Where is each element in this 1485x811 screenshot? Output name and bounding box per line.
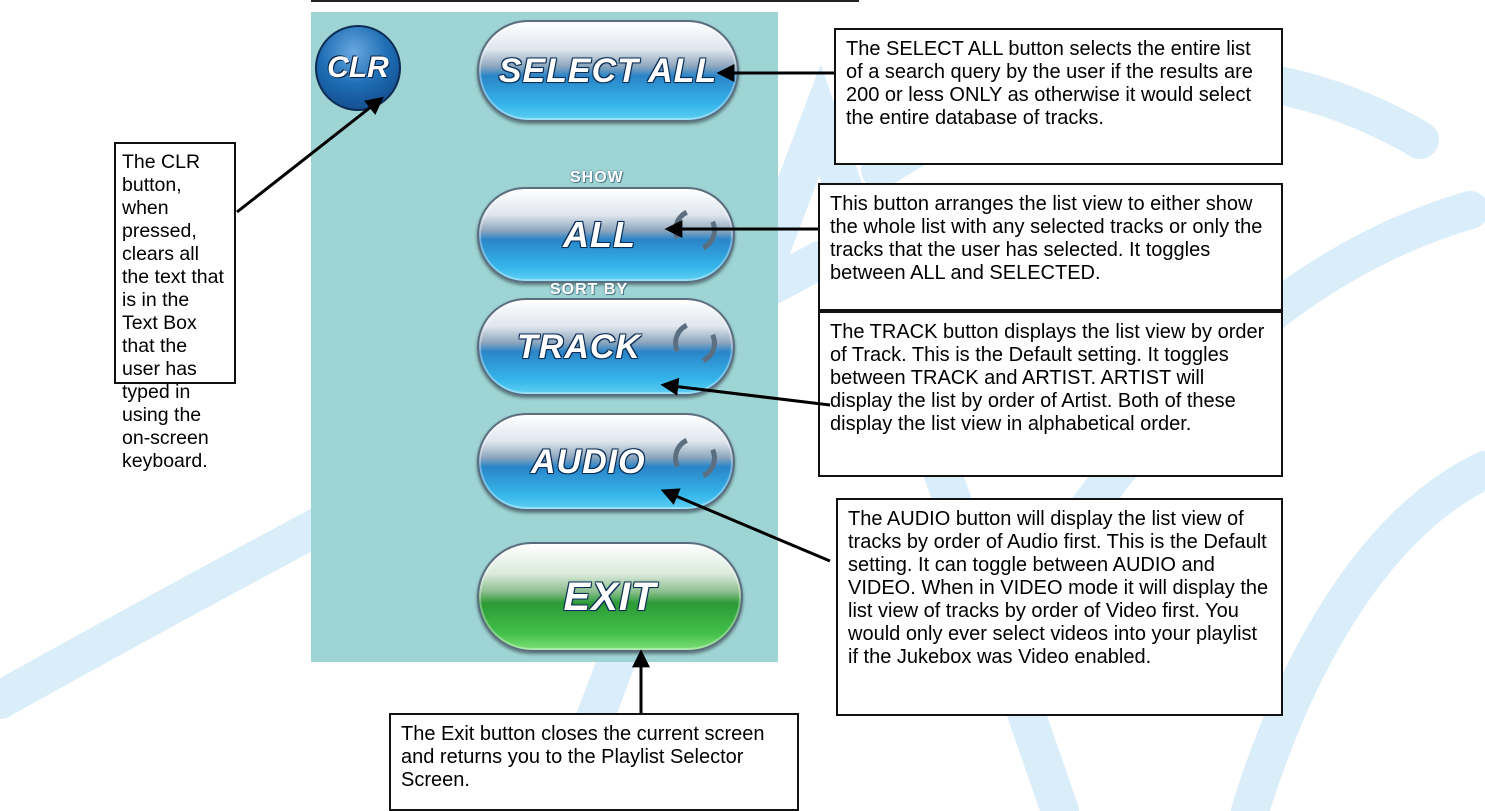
show-section-label: SHOW [570, 169, 624, 186]
audio-callout: The AUDIO button will display the list v… [836, 498, 1283, 716]
show-all-button-label: ALL [563, 214, 636, 255]
exit-callout: The Exit button closes the current scree… [389, 713, 799, 811]
exit-button[interactable]: EXIT [477, 542, 743, 652]
select-all-button-label: SELECT ALL [498, 51, 718, 90]
select-all-callout: The SELECT ALL button selects the entire… [834, 28, 1283, 165]
sort-track-button-label: TRACK [517, 327, 641, 366]
show-callout: This button arranges the list view to ei… [818, 183, 1283, 311]
track-callout: The TRACK button displays the list view … [818, 311, 1283, 477]
header-underline [311, 0, 859, 2]
exit-button-label: EXIT [563, 574, 657, 619]
clr-button[interactable]: CLR [315, 25, 401, 111]
audio-video-button-label: AUDIO [531, 442, 646, 481]
sort-by-section-label: SORT BY [550, 281, 629, 298]
clr-button-label: CLR [327, 51, 389, 84]
select-all-button[interactable]: SELECT ALL [477, 20, 739, 122]
clr-callout: The CLR button, when pressed, clears all… [114, 142, 236, 472]
